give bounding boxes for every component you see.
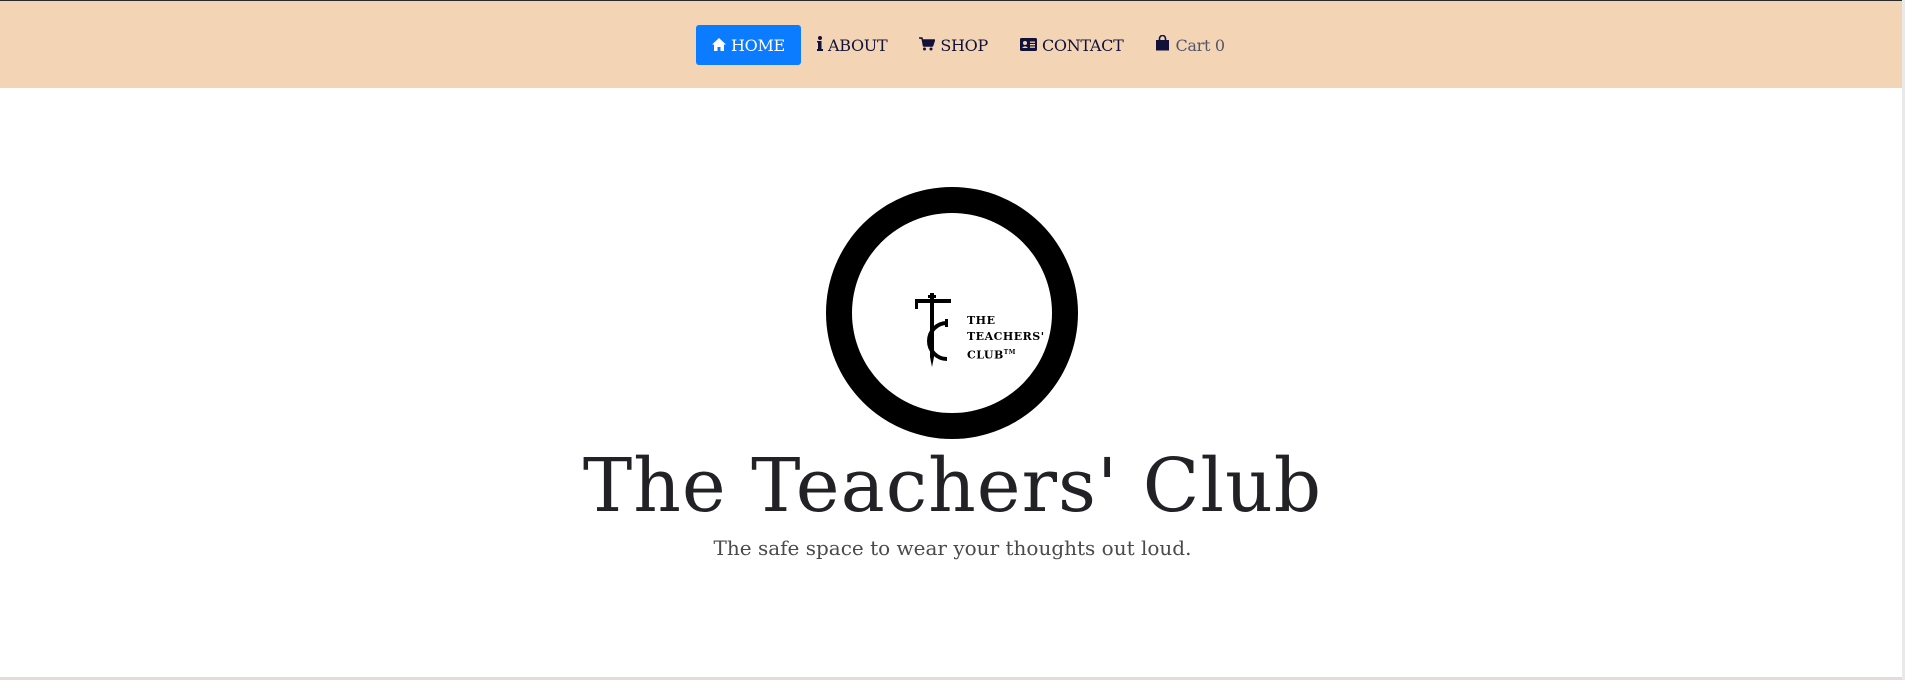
home-icon — [712, 36, 726, 55]
logo-inner-circle: THE TEACHERS' CLUBTM — [852, 213, 1052, 413]
logo-line-1: THE — [967, 314, 996, 327]
info-icon — [816, 35, 823, 55]
trademark-mark: TM — [1003, 349, 1016, 356]
logo-line-2: TEACHERS' — [967, 330, 1045, 343]
logo-wordmark: THE TEACHERS' CLUBTM — [967, 313, 1045, 364]
main-nav: HOME ABOUT SHOP CONTACT Cart 0 — [696, 25, 1241, 65]
contact-card-icon — [1019, 36, 1037, 55]
nav-home-link[interactable]: HOME — [696, 25, 801, 65]
nav-cart-label: Cart 0 — [1175, 35, 1225, 55]
nav-contact-label: CONTACT — [1041, 35, 1124, 55]
nav-cart-link[interactable]: Cart 0 — [1139, 25, 1240, 65]
nav-about-link[interactable]: ABOUT — [801, 25, 903, 65]
hero-section: THE TEACHERS' CLUBTM The Teachers' Club … — [0, 88, 1905, 680]
nav-home-label: HOME — [731, 35, 785, 55]
logo-line-3: CLUBTM — [967, 348, 1016, 362]
page-subtitle: The safe space to wear your thoughts out… — [713, 536, 1192, 560]
tc-monogram-icon — [915, 293, 951, 367]
nav-shop-label: SHOP — [940, 35, 988, 55]
nav-about-label: ABOUT — [827, 35, 888, 55]
page-title: The Teachers' Club — [582, 443, 1323, 529]
teachers-club-logo: THE TEACHERS' CLUBTM — [826, 187, 1078, 439]
shopping-bag-icon — [1155, 34, 1170, 55]
nav-shop-link[interactable]: SHOP — [903, 25, 1004, 65]
top-navbar: HOME ABOUT SHOP CONTACT Cart 0 — [0, 0, 1905, 88]
nav-contact-link[interactable]: CONTACT — [1004, 25, 1140, 65]
shopping-cart-icon — [919, 36, 936, 55]
